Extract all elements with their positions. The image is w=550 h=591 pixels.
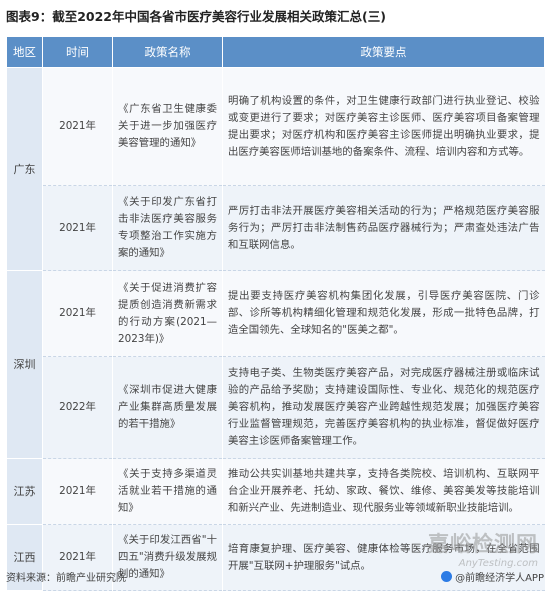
table-row: 深圳 2021年 《关于促进消费扩容提质创造消费新需求的行动方案(2021—20…: [6, 270, 545, 459]
table-row: 2021年 《关于印发广东省打击非法医疗美容服务专项整治工作实施方案的通知》 严…: [7, 185, 545, 271]
year-cell: 2021年: [42, 185, 113, 271]
source-note: 资料来源：前瞻产业研究院: [6, 573, 126, 584]
year-cell: 2022年: [42, 356, 113, 459]
policy-points-cell: 严厉打击非法开展医疗美容相关活动的行为；严格规范医疗美容服务行为；严厉打击非法制…: [222, 185, 545, 271]
brand-logo-icon: [441, 571, 453, 582]
header-policy-name: 政策名称: [112, 36, 223, 68]
table-row: 广东 2021年 《广东省卫生健康委关于进一步加强医疗美容管理的通知》 明确了机…: [6, 67, 545, 271]
year-cell: 2021年: [42, 458, 113, 525]
policy-table: 地区 时间 政策名称 政策要点 广东 2021年 《广东省卫生健康委关于进一步加…: [6, 36, 545, 591]
policy-points-cell: 提出要支持医疗美容机构集团化发展，引导医疗美容医院、门诊部、诊所等机构精细化管理…: [222, 270, 545, 357]
table-row: 2022年 《深圳市促进大健康产业集群高质量发展的若干措施》 支持电子类、生物类…: [7, 356, 545, 459]
policy-name-cell: 《广东省卫生健康委关于进一步加强医疗美容管理的通知》: [112, 67, 223, 186]
policy-name-cell: 《关于促进消费扩容提质创造消费新需求的行动方案(2021—2023年)》: [112, 270, 223, 357]
brand-label: @前瞻经济学人APP: [455, 573, 544, 584]
policy-name-cell: 《关于印发广东省打击非法医疗美容服务专项整治工作实施方案的通知》: [112, 185, 223, 271]
year-cell: 2021年: [42, 270, 113, 357]
region-cell: 广东: [6, 67, 43, 271]
brand-credit: @前瞻经济学人APP: [441, 569, 544, 584]
policy-points-cell: 明确了机构设置的条件，对卫生健康行政部门进行执业登记、校验或变更进行了要求；对医…: [222, 67, 545, 186]
table-header-row: 地区 时间 政策名称 政策要点: [6, 36, 545, 68]
chart-title: 图表9：截至2022年中国各省市医疗美容行业发展相关政策汇总(三): [6, 9, 386, 24]
header-year: 时间: [42, 36, 113, 68]
policy-points-cell: 推动公共实训基地共建共享，支持各类院校、培训机构、互联网平台企业开展养老、托幼、…: [222, 458, 545, 525]
watermark: 嘉峪检测网 AnyTesting.com: [428, 528, 538, 569]
header-region: 地区: [6, 36, 43, 68]
header-policy-points: 政策要点: [222, 36, 545, 68]
watermark-sub: AnyTesting.com: [458, 558, 538, 569]
watermark-main: 嘉峪检测网: [428, 532, 538, 556]
policy-name-cell: 《关于印发江西省"十四五"消费升级发展规划的通知》: [112, 524, 223, 591]
region-cell: 深圳: [6, 270, 43, 459]
policy-points-cell: 支持电子类、生物类医疗美容产品，对完成医疗器械注册或临床试验的产品给予奖励；支持…: [222, 356, 545, 459]
region-cell: 江苏: [6, 458, 43, 525]
policy-name-cell: 《关于支持多渠道灵活就业若干措施的通知》: [112, 458, 223, 525]
table-row: 江苏 2021年 《关于支持多渠道灵活就业若干措施的通知》 推动公共实训基地共建…: [6, 458, 545, 525]
year-cell: 2021年: [42, 67, 113, 186]
policy-name-cell: 《深圳市促进大健康产业集群高质量发展的若干措施》: [112, 356, 223, 459]
